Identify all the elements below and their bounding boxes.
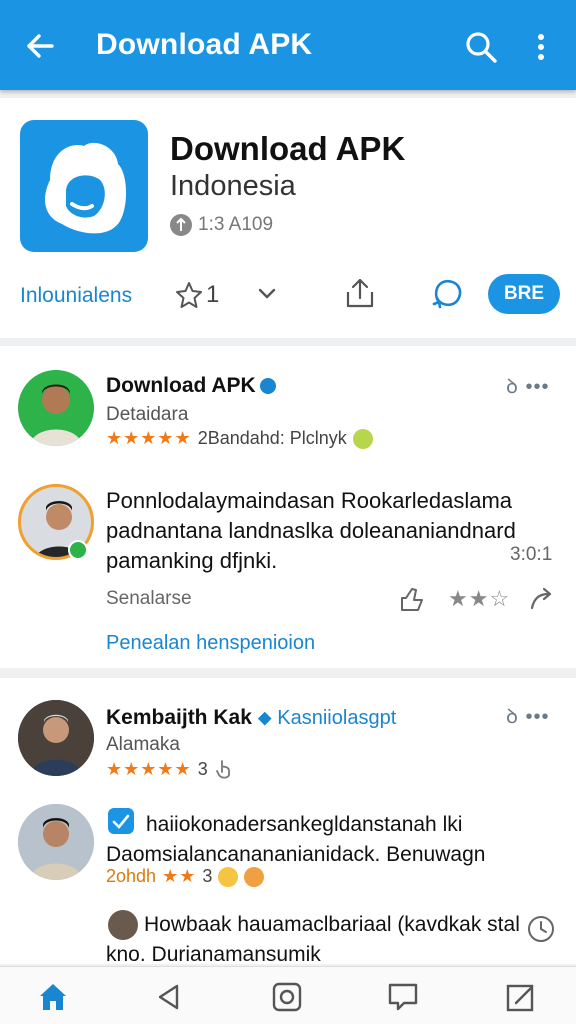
reviewer-tag: ⬥ Kasniiolasgpt	[257, 707, 397, 729]
star-rating: ★★	[162, 866, 197, 886]
more-vertical-icon[interactable]	[526, 30, 556, 64]
star-rating-small: ★★☆	[448, 586, 511, 611]
reviewer-subtitle: Alamaka	[106, 734, 180, 755]
star-rating: ★★★★★	[106, 758, 192, 779]
reply-number: 3	[202, 866, 213, 886]
reply-body: haiiokonadersankegldanstanah lki Daomsia…	[106, 810, 546, 870]
home-icon[interactable]	[36, 981, 70, 1013]
avatar[interactable]	[18, 370, 94, 446]
app-bar-title: Download APK	[96, 28, 313, 61]
app-actions: Inlounialens 1 BRE	[0, 274, 576, 316]
emoji-icon	[244, 866, 265, 887]
review-card: Kembaijth Kak ⬥ Kasniiolasgpt ꝺ ••• Alam…	[0, 678, 576, 966]
reply-body: Howbaak hauamaclbariaal (kavdkak stal kn…	[106, 910, 526, 970]
search-icon[interactable]	[464, 30, 498, 64]
install-button[interactable]: BRE	[488, 274, 560, 314]
shield-icon	[170, 214, 192, 236]
star-outline-icon	[176, 282, 202, 308]
reviewer-tag-text: Kasniiolasgpt	[277, 707, 397, 729]
app-icon[interactable]	[20, 120, 148, 252]
thumbs-up-icon[interactable]	[396, 584, 426, 614]
rating-line: ★★★★★ 3	[106, 758, 234, 780]
reviewer-name: Download APK	[106, 374, 276, 398]
star-rating: ★★★★★	[106, 428, 192, 448]
reply-arrow-icon[interactable]	[526, 584, 556, 614]
rating-line: ★★★★★ 2Bandahd: Plclnyk	[106, 428, 373, 449]
rating-text: 2Bandahd: Plclnyk	[197, 428, 347, 448]
verified-icon	[259, 378, 276, 395]
reply-body-text: haiiokonadersankegldanstanah lki Daomsia…	[106, 813, 486, 866]
more-options-icon[interactable]: ꝺ •••	[506, 702, 550, 729]
app-subtitle: Indonesia	[170, 170, 296, 202]
review-time: 3:0:1	[510, 544, 553, 565]
app-bar: Download APK	[0, 0, 576, 90]
app-header-card: Download APK Indonesia 1:3 A109 Inlounia…	[0, 98, 576, 338]
back-triangle-icon[interactable]	[152, 981, 186, 1013]
emoji-icon	[218, 866, 239, 887]
clock-icon[interactable]	[526, 914, 556, 944]
avatar[interactable]	[18, 804, 94, 880]
reviewer-name-text: Download APK	[106, 374, 256, 397]
square-home-icon[interactable]	[270, 981, 304, 1013]
review-footer-label: Senalarse	[106, 588, 192, 609]
chevron-down-icon[interactable]	[256, 282, 278, 304]
rating-number: 3	[197, 758, 208, 779]
review-card: Download APK ꝺ ••• Detaidara ★★★★★ 2Band…	[0, 346, 576, 668]
more-options-icon[interactable]: ꝺ •••	[506, 372, 550, 399]
app-logo-icon	[45, 142, 127, 234]
rate-button[interactable]: 1	[174, 278, 234, 312]
share-icon[interactable]	[344, 276, 376, 310]
app-meta: 1:3 A109	[170, 214, 273, 236]
emoji-icon	[352, 428, 373, 449]
reviewer-name: Kembaijth Kak ⬥ Kasniiolasgpt	[106, 706, 396, 730]
reviewer-subtitle: Detaidara	[106, 404, 189, 425]
reply-body-text: Howbaak hauamaclbariaal (kavdkak stal kn…	[106, 913, 520, 966]
edit-icon[interactable]	[504, 981, 538, 1013]
reply-rating-line: 2ohdh ★★ 3	[106, 866, 265, 887]
tap-icon	[215, 760, 230, 779]
review-link[interactable]: Penealan henspenioion	[106, 632, 315, 655]
bottom-navigation	[0, 966, 576, 1024]
chat-icon[interactable]	[386, 981, 420, 1013]
rating-count: 1	[206, 281, 220, 308]
review-body: Ponnlodalaymaindasan Rookarledaslama pad…	[106, 488, 516, 573]
online-badge-icon	[68, 540, 88, 560]
app-name: Download APK	[170, 130, 406, 167]
avatar[interactable]	[18, 700, 94, 776]
language-link[interactable]: Inlounialens	[20, 284, 132, 308]
reply-prefix: 2ohdh	[106, 866, 157, 886]
reviewer-name-text: Kembaijth Kak	[106, 706, 252, 729]
sync-icon[interactable]	[430, 276, 466, 310]
arrow-left-icon[interactable]	[22, 28, 58, 64]
app-meta-text: 1:3 A109	[198, 214, 274, 235]
